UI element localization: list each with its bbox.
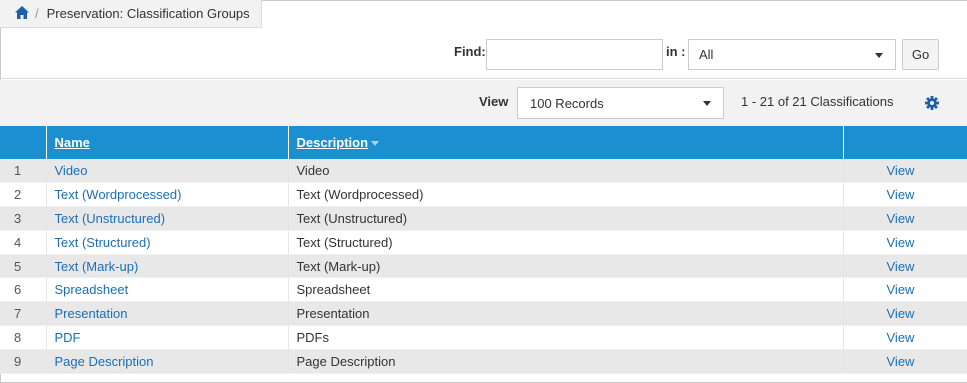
- classification-description: PDFs: [288, 325, 844, 350]
- chevron-down-icon: [703, 101, 711, 106]
- header-description[interactable]: Description: [288, 126, 844, 159]
- view-link[interactable]: View: [843, 254, 967, 279]
- go-button[interactable]: Go: [902, 39, 939, 70]
- table-row: 3 Text (Unstructured) Text (Unstructured…: [0, 206, 967, 231]
- classifications-table: Name Description 1 Video Video View 2 Te…: [0, 126, 967, 374]
- sort-by-description-link[interactable]: Description: [297, 135, 369, 150]
- table-row: 1 Video Video View: [0, 159, 967, 184]
- classification-description: Presentation: [288, 301, 844, 327]
- view-link[interactable]: View: [843, 277, 967, 303]
- row-number: 4: [0, 230, 47, 255]
- records-per-page-select[interactable]: 100 Records: [517, 87, 724, 119]
- table-row: 4 Text (Structured) Text (Structured) Vi…: [0, 230, 967, 255]
- classification-description: Text (Wordprocessed): [288, 182, 844, 208]
- in-label: in :: [666, 44, 686, 59]
- table-row: 7 Presentation Presentation View: [0, 301, 967, 327]
- header-name[interactable]: Name: [46, 126, 289, 159]
- search-input[interactable]: [486, 39, 663, 70]
- row-number: 7: [0, 301, 47, 327]
- classification-description: Text (Unstructured): [288, 206, 844, 231]
- home-icon[interactable]: [15, 6, 29, 19]
- classification-name-link[interactable]: Text (Structured): [46, 230, 289, 255]
- search-scope-select[interactable]: All: [688, 39, 896, 70]
- breadcrumb-separator: /: [35, 6, 39, 21]
- classification-name-link[interactable]: Text (Unstructured): [46, 206, 289, 231]
- sort-by-name-link[interactable]: Name: [55, 135, 90, 150]
- classification-description: Video: [288, 159, 844, 184]
- table-row: 6 Spreadsheet Spreadsheet View: [0, 277, 967, 303]
- breadcrumb: / Preservation: Classification Groups: [0, 0, 262, 28]
- table-header-row: Name Description: [0, 126, 967, 159]
- view-link[interactable]: View: [843, 159, 967, 184]
- find-label: Find:: [454, 44, 486, 59]
- table-row: 5 Text (Mark-up) Text (Mark-up) View: [0, 254, 967, 279]
- header-actions: [843, 126, 967, 159]
- row-number: 1: [0, 159, 47, 184]
- results-count: 1 - 21 of 21 Classifications: [741, 94, 894, 109]
- classification-name-link[interactable]: Text (Mark-up): [46, 254, 289, 279]
- classification-name-link[interactable]: Page Description: [46, 349, 289, 374]
- classification-name-link[interactable]: PDF: [46, 325, 289, 350]
- classification-name-link[interactable]: Presentation: [46, 301, 289, 327]
- page-title: Preservation: Classification Groups: [46, 6, 250, 21]
- row-number: 5: [0, 254, 47, 279]
- classification-description: Spreadsheet: [288, 277, 844, 303]
- table-row: 8 PDF PDFs View: [0, 325, 967, 350]
- classification-description: Text (Structured): [288, 230, 844, 255]
- search-bar: Find: in : All Go: [0, 29, 967, 79]
- row-number: 8: [0, 325, 47, 350]
- sort-desc-icon: [371, 141, 380, 147]
- table-row: 2 Text (Wordprocessed) Text (Wordprocess…: [0, 182, 967, 208]
- view-link[interactable]: View: [843, 182, 967, 208]
- classification-description: Page Description: [288, 349, 844, 374]
- classification-description: Text (Mark-up): [288, 254, 844, 279]
- view-link[interactable]: View: [843, 325, 967, 350]
- view-link[interactable]: View: [843, 230, 967, 255]
- row-number: 2: [0, 182, 47, 208]
- chevron-down-icon: [875, 53, 883, 58]
- view-bar: View 100 Records 1 - 21 of 21 Classifica…: [0, 80, 967, 126]
- view-link[interactable]: View: [843, 301, 967, 327]
- table-row: 9 Page Description Page Description View: [0, 349, 967, 374]
- row-number: 9: [0, 349, 47, 374]
- view-link[interactable]: View: [843, 206, 967, 231]
- header-row-number: [0, 126, 47, 159]
- view-label: View: [479, 94, 509, 109]
- records-per-page-value: 100 Records: [530, 95, 604, 111]
- classification-name-link[interactable]: Spreadsheet: [46, 277, 289, 303]
- classification-name-link[interactable]: Video: [46, 159, 289, 184]
- row-number: 6: [0, 277, 47, 303]
- gear-icon[interactable]: [925, 96, 939, 110]
- view-link[interactable]: View: [843, 349, 967, 374]
- classification-name-link[interactable]: Text (Wordprocessed): [46, 182, 289, 208]
- search-scope-value: All: [699, 47, 714, 62]
- row-number: 3: [0, 206, 47, 231]
